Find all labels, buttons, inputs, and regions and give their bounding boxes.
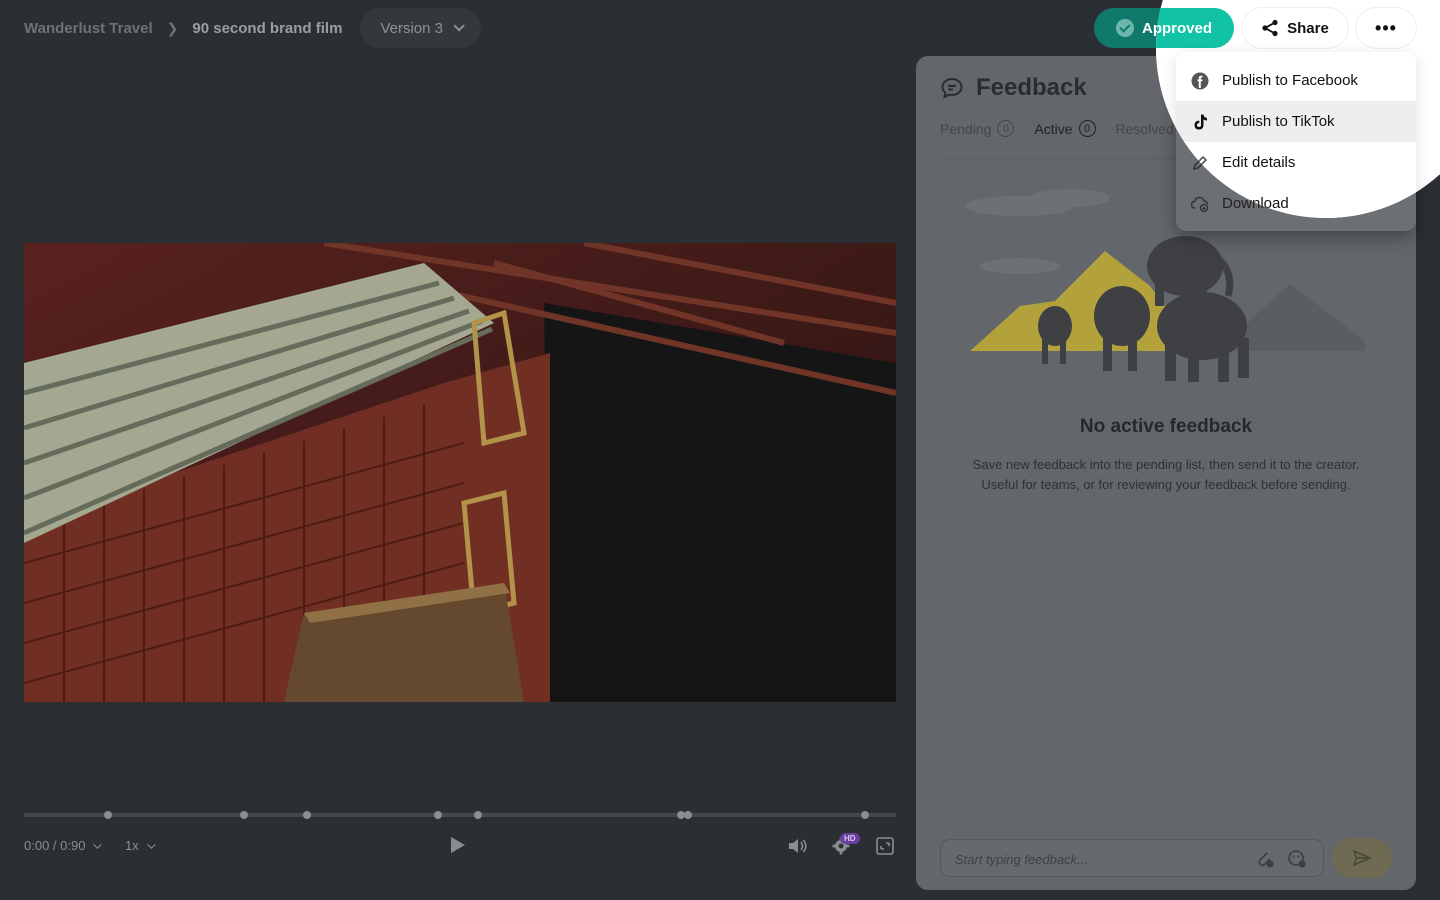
playback-speed-selector[interactable]: 1x [125, 838, 156, 853]
time-label: 0:00 / 0:90 [24, 838, 86, 853]
comment-marker[interactable] [239, 811, 248, 819]
menu-item-label: Publish to Facebook [1222, 72, 1358, 89]
send-icon [1352, 849, 1372, 867]
menu-item-edit-details[interactable]: Edit details [1176, 142, 1416, 183]
chevron-down-icon [146, 839, 156, 849]
comment-marker[interactable] [860, 811, 869, 819]
tab-count: 0 [1078, 120, 1096, 137]
share-label: Share [1287, 19, 1329, 37]
empty-state-title: No active feedback [1079, 416, 1253, 437]
player-controls: 0:00 / 0:90 1x HD [24, 832, 896, 860]
menu-item-label: Edit details [1222, 154, 1296, 171]
feedback-composer [940, 839, 1324, 877]
video-preview[interactable] [24, 243, 896, 702]
spotlight-content: Approved Share ••• Publish to Facebook [1156, 0, 1440, 218]
feedback-tabs: Pending 0 Active 0 Resolved [940, 120, 1174, 137]
menu-item-publish-facebook[interactable]: Publish to Facebook [1176, 60, 1416, 101]
tab-label: Pending [940, 120, 992, 137]
menu-item-publish-tiktok[interactable]: Publish to TikTok [1176, 101, 1416, 142]
emoji-add-icon[interactable] [1287, 849, 1307, 869]
more-options-button[interactable]: ••• [1356, 8, 1416, 48]
approved-button[interactable]: Approved [1156, 8, 1234, 48]
comment-marker[interactable] [474, 811, 483, 819]
cloud-download-icon [1190, 194, 1210, 214]
menu-item-download[interactable]: Download [1176, 183, 1416, 218]
feedback-title: Feedback [976, 74, 1087, 101]
breadcrumb-current: 90 second brand film [192, 19, 343, 37]
menu-item-label: Publish to TikTok [1222, 113, 1335, 130]
approved-label: Approved [1156, 19, 1212, 37]
video-frame-image [24, 243, 896, 702]
attachment-add-icon[interactable] [1255, 849, 1275, 869]
more-dots-icon: ••• [1375, 17, 1397, 38]
tab-count: 0 [997, 120, 1015, 137]
feedback-header: Feedback [940, 74, 1087, 102]
share-button[interactable]: Share [1242, 8, 1348, 48]
chevron-down-icon [93, 839, 103, 849]
menu-item-label: Download [1222, 195, 1289, 212]
pencil-icon [1190, 153, 1210, 173]
facebook-icon [1190, 71, 1210, 91]
tab-active[interactable]: Active 0 [1034, 120, 1096, 137]
empty-state-description: Save new feedback into the pending list,… [972, 457, 1360, 492]
comment-marker[interactable] [683, 811, 692, 819]
chevron-down-icon [453, 20, 465, 32]
check-circle-icon [1115, 19, 1134, 37]
more-options-menu-highlighted: Publish to Facebook Publish to TikTok Ed… [1176, 52, 1416, 218]
hd-badge: HD [840, 833, 860, 844]
chevron-right-icon: ❯ [166, 19, 179, 36]
time-display[interactable]: 0:00 / 0:90 [24, 838, 103, 853]
fullscreen-icon[interactable] [874, 836, 896, 856]
breadcrumb: Wanderlust Travel ❯ 90 second brand film… [24, 8, 481, 48]
version-label: Version 3 [380, 19, 443, 37]
tab-label: Active [1034, 120, 1073, 137]
breadcrumb-project[interactable]: Wanderlust Travel [24, 20, 153, 37]
send-button[interactable] [1332, 838, 1392, 878]
comment-marker[interactable] [434, 811, 443, 819]
comment-marker[interactable] [303, 811, 312, 819]
speed-label: 1x [125, 838, 139, 853]
tiktok-icon [1190, 112, 1210, 132]
spotlight-highlight: Approved Share ••• Publish to Facebook [1156, 0, 1440, 218]
version-selector[interactable]: Version 3 [360, 8, 481, 48]
timeline-scrubber[interactable] [24, 811, 896, 819]
comment-marker[interactable] [103, 811, 112, 819]
header-actions-highlighted: Approved Share ••• [1156, 8, 1416, 48]
share-icon [1262, 19, 1278, 37]
play-icon[interactable] [451, 837, 465, 853]
tab-pending[interactable]: Pending 0 [940, 120, 1015, 137]
chat-bubble-icon [941, 77, 963, 99]
volume-icon[interactable] [786, 836, 808, 856]
feedback-input[interactable] [955, 848, 1245, 870]
